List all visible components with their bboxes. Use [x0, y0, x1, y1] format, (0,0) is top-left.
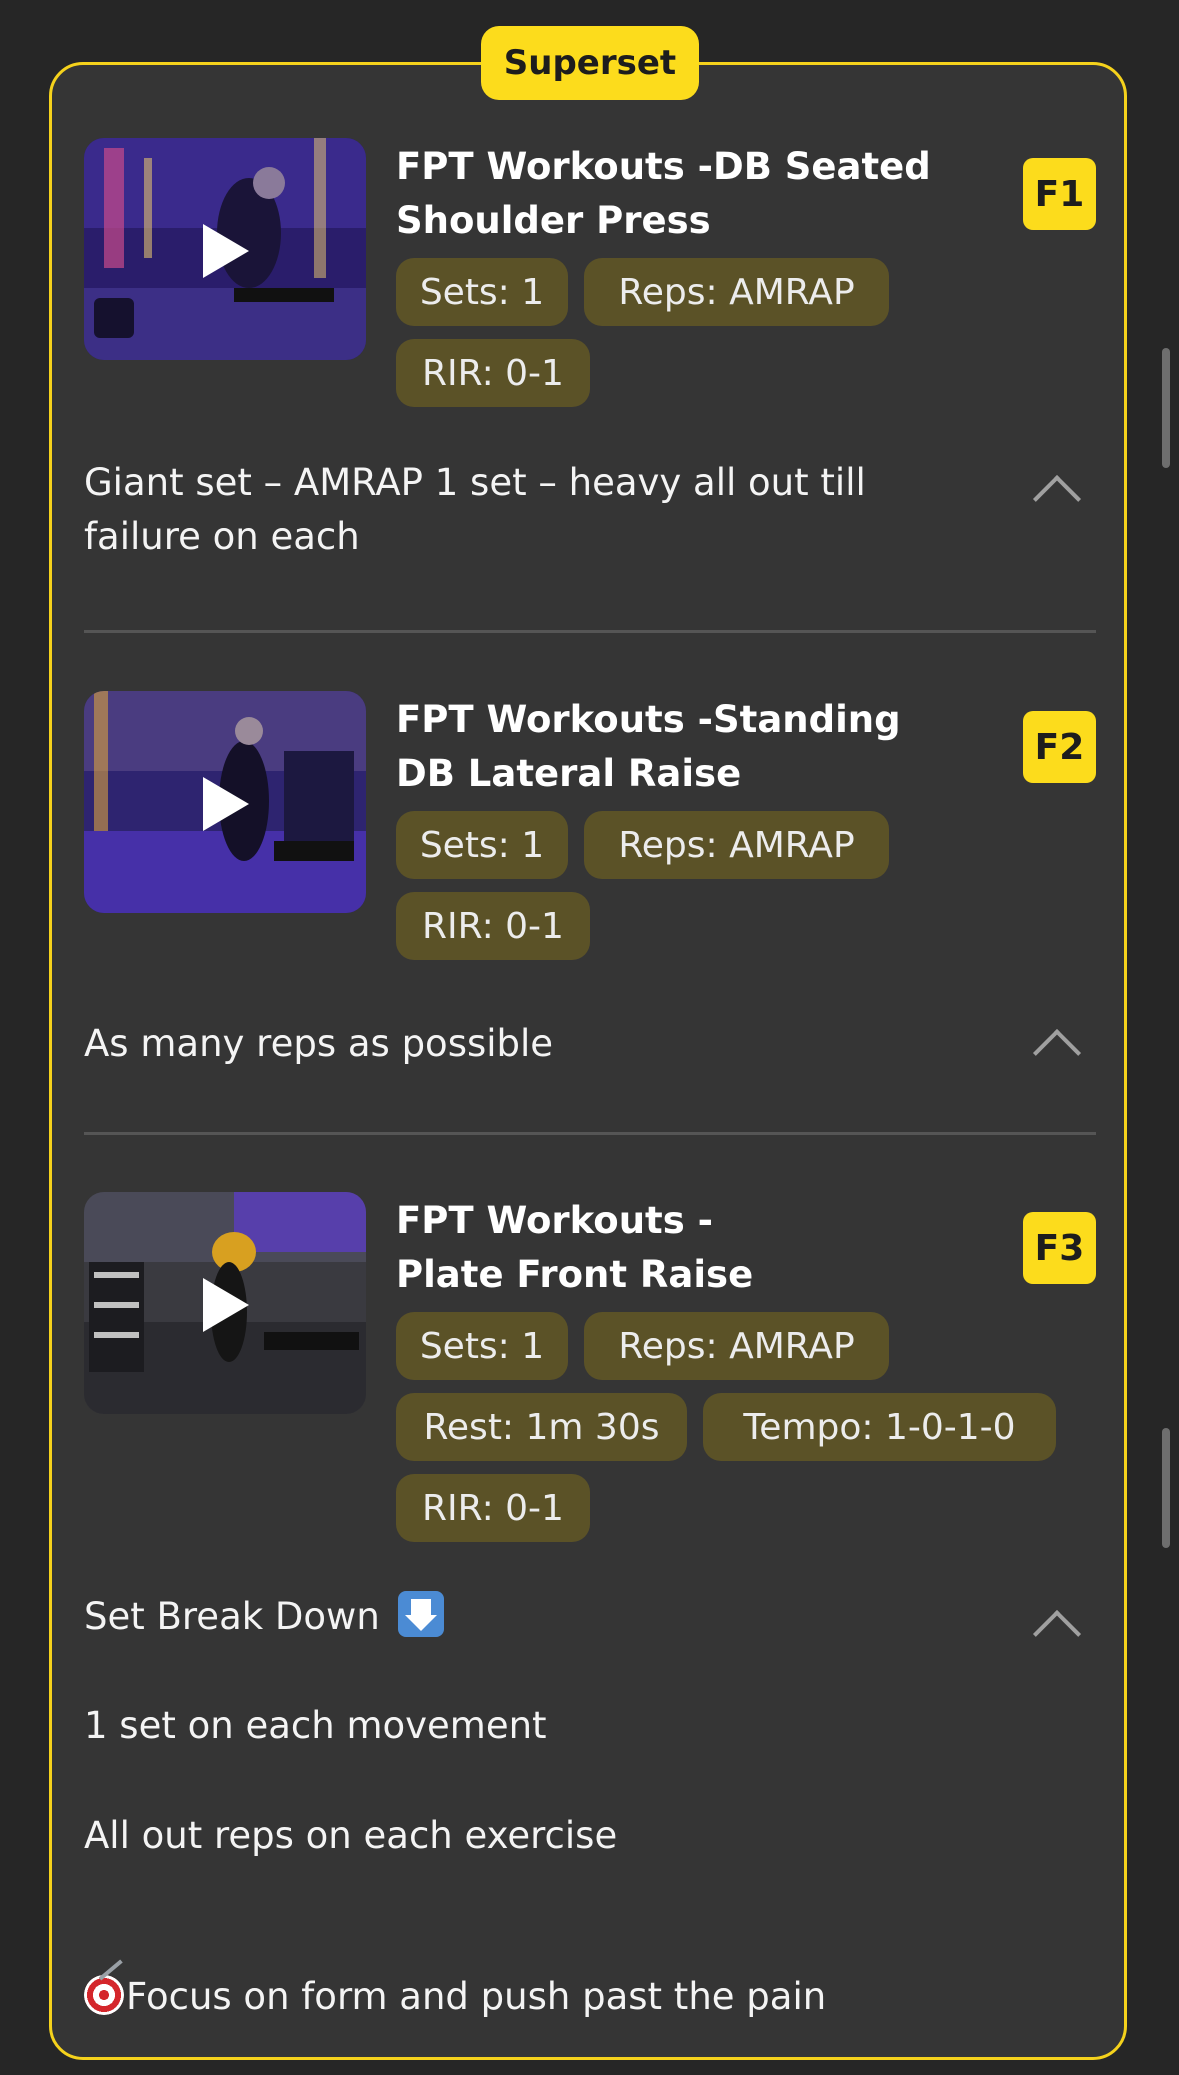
play-icon [203, 777, 249, 831]
exercise-code-badge: F3 [1023, 1212, 1096, 1284]
sets-chip: Sets: 1 [396, 1312, 568, 1380]
reps-chip: Reps: AMRAP [584, 258, 889, 326]
exercise-title: FPT Workouts -Standing DB Lateral Raise [396, 698, 901, 795]
scrollbar-thumb[interactable] [1162, 1428, 1170, 1548]
reps-chip: Reps: AMRAP [584, 811, 889, 879]
scrollbar-thumb[interactable] [1162, 348, 1170, 468]
superset-label: Superset [481, 26, 699, 100]
divider [84, 1132, 1096, 1135]
play-icon [203, 224, 249, 278]
exercise-code-badge: F1 [1023, 158, 1096, 230]
rir-chip: RIR: 0-1 [396, 892, 590, 960]
exercise-note: As many reps as possible [84, 1022, 554, 1065]
rir-chip: RIR: 0-1 [396, 339, 590, 407]
sets-chip: Sets: 1 [396, 811, 568, 879]
rest-chip: Rest: 1m 30s [396, 1393, 687, 1461]
video-thumbnail-f2[interactable] [84, 691, 366, 913]
down-arrow-emoji-icon [397, 1591, 444, 1637]
video-thumbnail-f3[interactable] [84, 1192, 366, 1414]
reps-chip: Reps: AMRAP [584, 1312, 889, 1380]
exercise-code-badge: F2 [1023, 711, 1096, 783]
exercise-title: FPT Workouts -Plate Front Raise [396, 1199, 754, 1296]
divider [84, 630, 1096, 633]
exercise-note-heading: Set Break Down [84, 1590, 934, 1644]
tempo-chip: Tempo: 1-0-1-0 [703, 1393, 1056, 1461]
focus-text: Focus on form and push past the pain [126, 1975, 827, 2018]
exercise-title: FPT Workouts -DB Seated Shoulder Press [396, 145, 931, 242]
set-breakdown-label: Set Break Down [84, 1595, 380, 1638]
rir-chip: RIR: 0-1 [396, 1474, 590, 1542]
note-line-focus: Focus on form and push past the pain [84, 1970, 934, 2024]
direct-hit-emoji-icon [84, 1975, 124, 2015]
note-line: All out reps on each exercise [84, 1814, 618, 1857]
exercise-note: Giant set – AMRAP 1 set – heavy all out … [84, 461, 866, 558]
play-icon [203, 1278, 249, 1332]
superset-screen: Superset FPT Workouts -DB Seated Shoulde… [0, 0, 1179, 2075]
video-thumbnail-f1[interactable] [84, 138, 366, 360]
sets-chip: Sets: 1 [396, 258, 568, 326]
note-line: 1 set on each movement [84, 1704, 547, 1747]
